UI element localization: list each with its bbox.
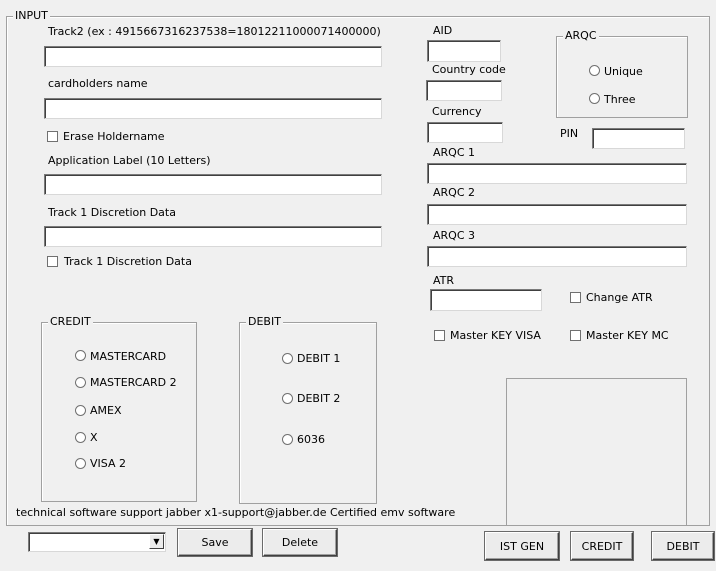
credit-visa2-radio[interactable]	[75, 458, 86, 469]
debit-group-title: DEBIT	[246, 315, 283, 329]
track1-data-field[interactable]	[44, 226, 382, 247]
aid-label: AID	[433, 24, 453, 37]
arqc1-field[interactable]	[427, 163, 687, 184]
credit-mastercard2-label: MASTERCARD 2	[90, 376, 177, 389]
app-label-label: Application Label (10 Letters)	[48, 154, 211, 167]
arqc2-field[interactable]	[427, 204, 687, 225]
support-text: technical software support jabber x1-sup…	[16, 506, 456, 519]
atr-field[interactable]	[430, 289, 542, 311]
cardholder-label: cardholders name	[48, 77, 148, 90]
master-key-mc-checkbox[interactable]	[570, 330, 581, 341]
pin-field[interactable]	[592, 128, 685, 149]
arqc3-input[interactable]	[428, 247, 686, 266]
save-button[interactable]: Save	[178, 529, 252, 556]
track1-data-check-label: Track 1 Discretion Data	[64, 255, 192, 268]
pin-label: PIN	[560, 127, 579, 140]
master-key-visa-label: Master KEY VISA	[450, 329, 541, 342]
debit-2-radio[interactable]	[282, 393, 293, 404]
credit-group-title: CREDIT	[48, 315, 93, 329]
track1-data-input[interactable]	[45, 227, 381, 246]
master-key-visa-checkbox[interactable]	[434, 330, 445, 341]
currency-label: Currency	[432, 105, 482, 118]
credit-amex-label: AMEX	[90, 404, 122, 417]
aid-input[interactable]	[428, 41, 500, 61]
credit-mastercard-label: MASTERCARD	[90, 350, 167, 363]
debit-1-label: DEBIT 1	[297, 352, 341, 365]
master-key-mc-label: Master KEY MC	[586, 329, 669, 342]
track1-data-label: Track 1 Discretion Data	[48, 206, 176, 219]
ist-gen-button[interactable]: IST GEN	[485, 532, 559, 560]
app-label-input[interactable]	[45, 175, 381, 194]
debit-1-radio[interactable]	[282, 353, 293, 364]
change-atr-checkbox[interactable]	[570, 292, 581, 303]
pin-input[interactable]	[593, 129, 684, 148]
input-group-title: INPUT	[13, 9, 50, 23]
arqc2-input[interactable]	[428, 205, 686, 224]
debit-2-label: DEBIT 2	[297, 392, 341, 405]
erase-holdername-label: Erase Holdername	[63, 130, 165, 143]
track2-label: Track2 (ex : 4915667316237538=1801221100…	[48, 25, 381, 38]
atr-label: ATR	[433, 274, 455, 287]
arqc3-label: ARQC 3	[433, 229, 476, 242]
arqc-group-title: ARQC	[563, 29, 599, 43]
preview-panel	[506, 378, 687, 526]
credit-mastercard-radio[interactable]	[75, 350, 86, 361]
cardholder-input[interactable]	[45, 99, 381, 118]
change-atr-label: Change ATR	[586, 291, 653, 304]
arqc-unique-radio[interactable]	[589, 65, 600, 76]
credit-x-label: X	[90, 431, 98, 444]
credit-amex-radio[interactable]	[75, 405, 86, 416]
erase-holdername-checkbox[interactable]	[47, 131, 58, 142]
track2-input[interactable]	[45, 47, 381, 66]
currency-input[interactable]	[428, 123, 502, 142]
app-label-field[interactable]	[44, 174, 382, 195]
arqc1-input[interactable]	[428, 164, 686, 183]
arqc-unique-label: Unique	[604, 65, 643, 78]
credit-mastercard2-radio[interactable]	[75, 377, 86, 388]
country-code-field[interactable]	[426, 80, 502, 101]
arqc1-label: ARQC 1	[433, 146, 476, 159]
profile-combo[interactable]: ▼	[28, 532, 166, 552]
debit-button[interactable]: DEBIT	[652, 532, 714, 560]
country-code-label: Country code	[432, 63, 506, 76]
credit-visa2-label: VISA 2	[90, 457, 126, 470]
arqc3-field[interactable]	[427, 246, 687, 267]
credit-x-radio[interactable]	[75, 432, 86, 443]
arqc-three-radio[interactable]	[589, 93, 600, 104]
arqc-three-label: Three	[604, 93, 636, 106]
cardholder-field[interactable]	[44, 98, 382, 119]
delete-button[interactable]: Delete	[263, 529, 337, 556]
atr-input[interactable]	[431, 290, 541, 310]
aid-field[interactable]	[427, 40, 501, 62]
credit-button[interactable]: CREDIT	[571, 532, 633, 560]
arqc2-label: ARQC 2	[433, 186, 476, 199]
debit-6036-radio[interactable]	[282, 434, 293, 445]
chevron-down-icon[interactable]: ▼	[149, 534, 164, 549]
currency-field[interactable]	[427, 122, 503, 143]
country-code-input[interactable]	[427, 81, 501, 100]
track1-data-checkbox[interactable]	[47, 256, 58, 267]
debit-group: DEBIT	[239, 315, 377, 504]
debit-6036-label: 6036	[297, 433, 325, 446]
track2-field[interactable]	[44, 46, 382, 67]
